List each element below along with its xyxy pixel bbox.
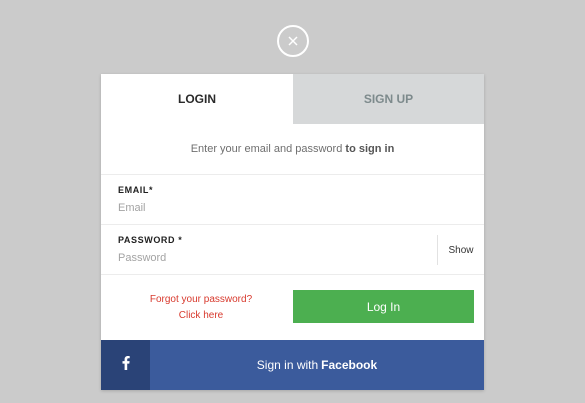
tab-bar: LOGIN SIGN UP	[101, 74, 484, 124]
subtitle-text: Enter your email and password	[190, 143, 343, 155]
password-field-group: PASSWORD * Show	[101, 224, 484, 274]
password-label: PASSWORD *	[118, 235, 183, 245]
facebook-label-prefix: Sign in with	[256, 358, 319, 372]
forgot-password-link[interactable]: Click here	[101, 308, 301, 324]
login-button[interactable]: Log In	[293, 290, 474, 323]
facebook-label: Sign in with Facebook	[150, 340, 484, 390]
close-button[interactable]	[277, 25, 309, 57]
login-modal: LOGIN SIGN UP Enter your email and passw…	[101, 74, 484, 390]
facebook-icon	[122, 355, 130, 375]
email-label: EMAIL*	[118, 185, 154, 195]
facebook-signin-button[interactable]: Sign in with Facebook	[101, 340, 484, 390]
form-actions: Forgot your password? Click here Log In	[101, 274, 484, 340]
email-input[interactable]	[118, 200, 418, 216]
tab-login[interactable]: LOGIN	[101, 74, 293, 124]
email-field-group: EMAIL*	[101, 174, 484, 224]
close-icon	[288, 36, 298, 46]
form-subtitle: Enter your email and password to sign in	[101, 124, 484, 174]
facebook-label-brand: Facebook	[321, 358, 378, 372]
tab-signup[interactable]: SIGN UP	[293, 74, 484, 124]
show-password-toggle[interactable]: Show	[437, 235, 484, 265]
facebook-icon-box	[101, 340, 150, 390]
forgot-password: Forgot your password? Click here	[101, 292, 301, 324]
password-input[interactable]	[118, 250, 418, 266]
forgot-password-text[interactable]: Forgot your password?	[101, 292, 301, 308]
subtitle-emphasis: to sign in	[345, 143, 395, 155]
